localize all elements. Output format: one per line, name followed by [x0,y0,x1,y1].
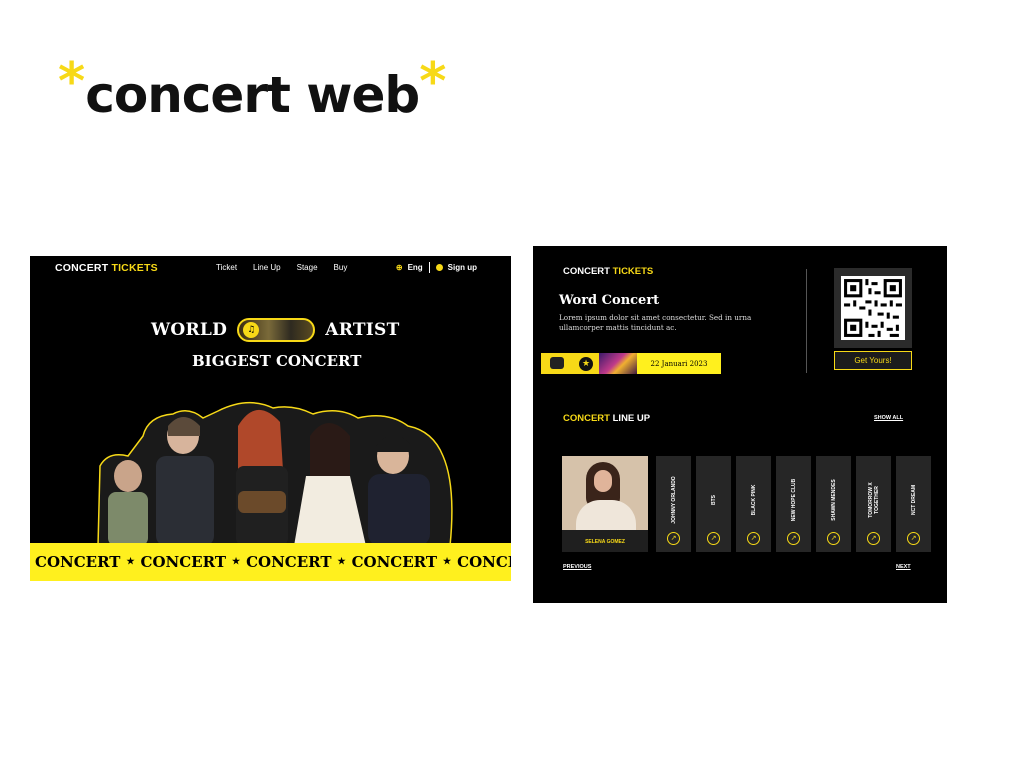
star-badge-icon: ★ [573,353,599,374]
lineup-heading: CONCERT LINE UP [563,413,650,424]
show-all-link[interactable]: SHOW ALL [874,415,903,421]
hero-pill-image: ♫ [237,318,316,342]
ticket-page-mockup: CONCERT TICKETS Word Concert Lorem ipsum… [533,246,947,603]
artist-name: BTS [710,495,717,505]
lineup-heading-white: LINE UP [612,413,651,424]
hero-headline: WORLD ♫ ARTIST [151,318,400,342]
arrow-up-right-icon[interactable]: ↗ [907,532,920,545]
previous-link[interactable]: PREVIOUS [563,564,591,570]
event-thumbnail [541,353,573,374]
hero-word-artist: ARTIST [325,320,400,340]
landing-page-mockup: CONCERT TICKETS Ticket Line Up Stage Buy… [30,256,511,581]
artist-name: TOMORROW X TOGETHER [867,482,880,518]
artist-card[interactable]: JOHNNY ORLANDO ↗ [656,456,691,552]
arrow-up-right-icon[interactable]: ↗ [827,532,840,545]
event-date: 22 Januari 2023 [637,353,721,374]
hero-subtitle: BIGGEST CONCERT [192,352,362,370]
artist-card[interactable]: NEW HOPE CLUB ↗ [776,456,811,552]
marquee-text: CONCERT [140,553,226,571]
concert-marquee-band: CONCERT ★ CONCERT ★ CONCERT ★ CONCERT ★ … [30,543,511,581]
event-title: Word Concert [559,293,660,308]
artist-card[interactable]: NCT DREAM ↗ [896,456,931,552]
nav-link-buy[interactable]: Buy [334,263,348,272]
arrow-up-right-icon[interactable]: ↗ [787,532,800,545]
star-icon: ★ [443,557,452,567]
logo-text-yellow: TICKETS [111,262,158,274]
logo-text-yellow: TICKETS [612,266,654,277]
artist-name: SHAWN MENDES [830,479,837,521]
stage-thumbnail [599,353,637,374]
hero-word-world: WORLD [151,320,228,340]
nav-links: Ticket Line Up Stage Buy [216,263,347,272]
marquee-text: CONCERT [457,553,511,571]
star-decoration-icon: * [58,52,86,112]
event-info-strip: ★ 22 Januari 2023 [541,353,721,374]
artist-card[interactable]: TOMORROW X TOGETHER ↗ [856,456,891,552]
nav-link-ticket[interactable]: Ticket [216,263,237,272]
artist-photo [562,456,648,530]
get-tickets-button[interactable]: Get Yours! [834,351,912,370]
star-icon: ★ [126,557,135,567]
signup-link[interactable]: Sign up [448,263,477,272]
nav-divider [428,262,430,273]
site-logo[interactable]: CONCERT TICKETS [55,262,158,274]
marquee-text: CONCERT [35,553,121,571]
qr-code-icon [841,276,905,340]
next-link[interactable]: NEXT [896,564,911,570]
arrow-up-right-icon[interactable]: ↗ [747,532,760,545]
star-decoration-icon: * [419,52,447,112]
artist-name: JOHNNY ORLANDO [670,476,677,524]
slide-title-text: concert web [85,66,420,124]
top-navigation: CONCERT TICKETS Ticket Line Up Stage Buy… [30,256,511,282]
arrow-up-right-icon[interactable]: ↗ [707,532,720,545]
artist-name: NCT DREAM [910,485,917,515]
nav-actions: ⊕ Eng Sign up [396,262,477,273]
lineup-heading-yellow: CONCERT [563,413,610,424]
music-note-icon: ♫ [243,322,260,338]
logo-text-white: CONCERT [55,262,109,274]
artist-name: BLACK PINK [750,484,757,516]
section-divider [806,269,807,373]
event-description: Lorem ipsum dolor sit amet consectetur. … [559,313,752,332]
nav-link-line-up[interactable]: Line Up [253,263,281,272]
artists-collage-image [97,402,453,546]
logo-text-white: CONCERT [563,266,610,277]
language-selector[interactable]: Eng [408,263,423,272]
artist-card[interactable]: BTS ↗ [696,456,731,552]
globe-icon: ⊕ [395,263,403,272]
marquee-text: CONCERT [246,553,332,571]
nav-link-stage[interactable]: Stage [297,263,318,272]
arrow-up-right-icon[interactable]: ↗ [867,532,880,545]
artist-name: NEW HOPE CLUB [790,478,797,522]
marquee-text: CONCERT [351,553,438,571]
featured-artist-card[interactable]: SELENA GOMEZ [562,456,648,552]
arrow-up-right-icon[interactable]: ↗ [667,532,680,545]
site-logo[interactable]: CONCERT TICKETS [563,266,653,277]
artist-card[interactable]: BLACK PINK ↗ [736,456,771,552]
star-icon: ★ [231,557,241,567]
slide-title: * concert web * [58,52,446,132]
user-icon [435,264,443,271]
artist-card[interactable]: SHAWN MENDES ↗ [816,456,851,552]
qr-code [834,268,912,348]
featured-artist-name: SELENA GOMEZ [585,539,625,545]
star-icon: ★ [337,557,346,567]
